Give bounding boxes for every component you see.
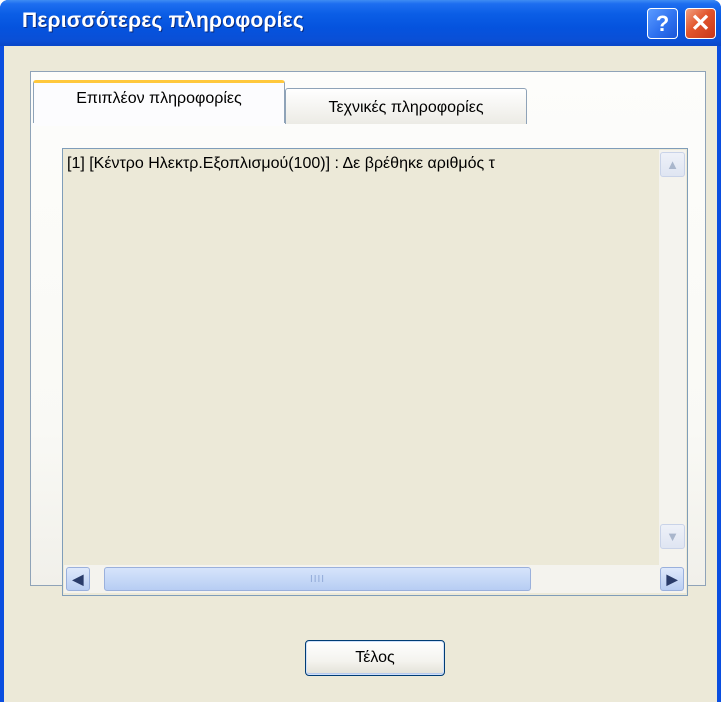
scroll-left-button[interactable]: ◀ [66,567,90,591]
chevron-left-icon: ◀ [72,570,84,587]
scroll-down-button[interactable]: ▼ [660,524,685,549]
scroll-right-button[interactable]: ▶ [660,567,684,591]
scroll-up-button[interactable]: ▲ [660,152,685,177]
horizontal-scroll-thumb[interactable]: IIII [104,567,531,591]
info-listbox[interactable]: [1] [Κέντρο Ηλεκτρ.Εξοπλισμού(100)] : Δε… [62,148,688,596]
dialog-window: Περισσότερες πληροφορίες ? ✕ Επιπλέον πλ… [0,0,721,702]
title-bar[interactable]: Περισσότερες πληροφορίες ? ✕ [0,0,721,46]
list-item[interactable]: [1] [Κέντρο Ηλεκτρ.Εξοπλισμού(100)] : Δε… [67,153,657,175]
window-frame-right [717,46,721,702]
close-button[interactable]: ✕ [685,8,716,39]
ok-button[interactable]: Τέλος [305,640,445,676]
grip-icon: IIII [309,573,326,585]
tab-label: Τεχνικές πληροφορίες [328,98,484,116]
window-title: Περισσότερες πληροφορίες [22,9,304,32]
horizontal-scrollbar[interactable]: ◀ IIII ▶ [64,565,686,593]
tab-technical-info[interactable]: Τεχνικές πληροφορίες [285,88,527,124]
vertical-scrollbar[interactable]: ▲ ▼ [659,150,686,576]
chevron-down-icon: ▼ [666,529,679,544]
tab-additional-info[interactable]: Επιπλέον πληροφορίες [33,80,285,126]
chevron-up-icon: ▲ [666,157,679,172]
question-mark-icon: ? [655,10,670,36]
help-button[interactable]: ? [647,8,678,39]
chevron-right-icon: ▶ [666,570,678,587]
close-icon: ✕ [690,10,711,37]
tab-label: Επιπλέον πληροφορίες [76,90,242,107]
